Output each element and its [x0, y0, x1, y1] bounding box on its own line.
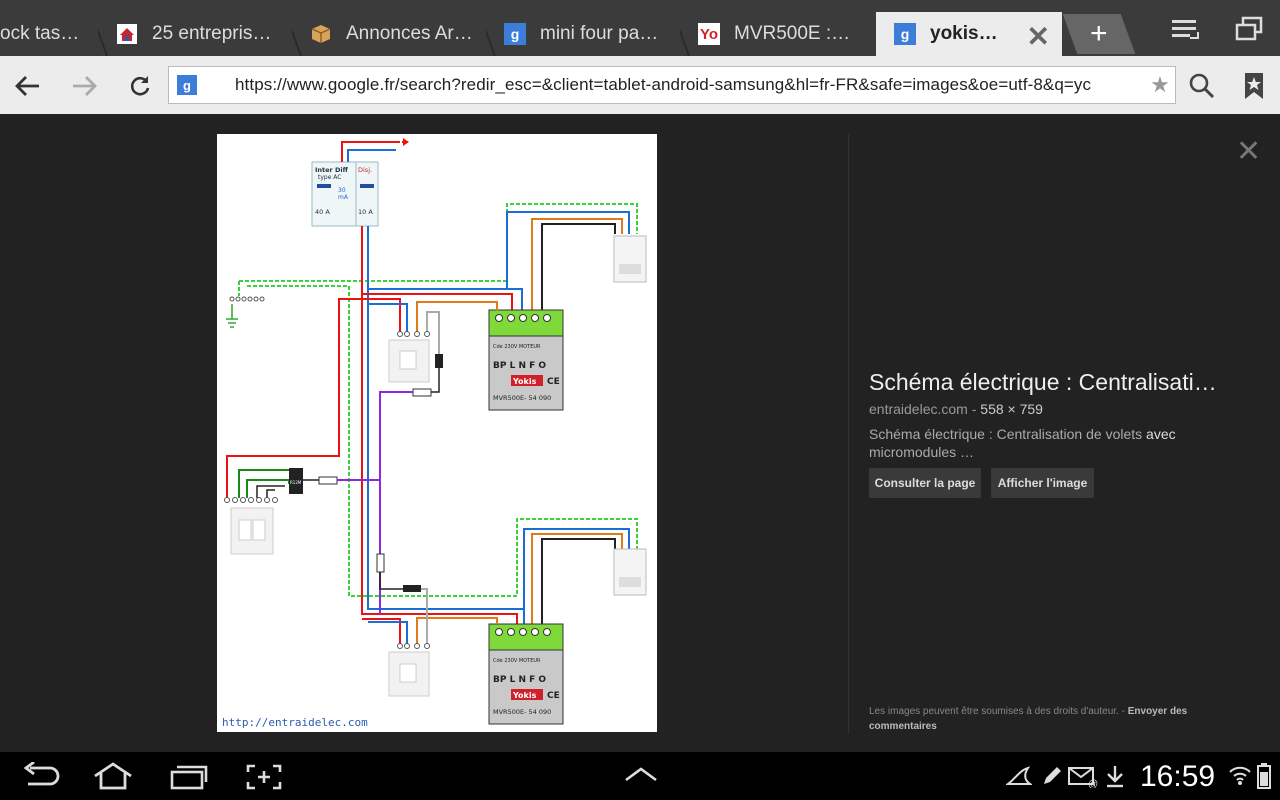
- google-icon: g: [894, 23, 916, 45]
- house-icon: [116, 23, 138, 45]
- svg-text:40 A: 40 A: [315, 208, 330, 216]
- svg-text:MVR500E- 54 090: MVR500E- 54 090: [493, 708, 551, 716]
- screenshot-icon[interactable]: [246, 764, 282, 795]
- address-bar[interactable]: g https://www.google.fr/search?redir_esc…: [168, 66, 1176, 104]
- panel-divider: [848, 134, 849, 734]
- tab-strip: ock tas… 25 entrepris… Annonces Ar… g mi…: [0, 0, 1280, 56]
- tab-5[interactable]: Yo MVR500E :…: [680, 12, 875, 56]
- box-icon: [310, 23, 332, 45]
- google-icon: g: [177, 75, 197, 95]
- status-clock: 16:59: [1140, 760, 1216, 793]
- legal-separator: -: [1118, 706, 1128, 717]
- description-highlight: avec: [1146, 426, 1176, 442]
- tab-title: mini four pa…: [540, 23, 659, 44]
- battery-icon: [1256, 762, 1272, 795]
- svg-text:Yokis: Yokis: [512, 691, 537, 700]
- back-button[interactable]: [10, 68, 46, 104]
- description-text: Schéma électrique : Centralisation de vo…: [869, 426, 1147, 442]
- home-nav-icon[interactable]: [92, 762, 134, 795]
- search-icon[interactable]: [1186, 70, 1218, 102]
- svg-text:Cde 230V MOTEUR: Cde 230V MOTEUR: [493, 658, 541, 664]
- tab-title: 25 entrepris…: [152, 23, 272, 44]
- legal-text: Les images peuvent être soumises à des d…: [869, 706, 1119, 717]
- svg-text:BP L N F O: BP L N F O: [493, 675, 546, 685]
- reload-icon: [130, 76, 150, 96]
- bookmark-star-icon[interactable]: ★: [1145, 72, 1175, 98]
- menu-icon[interactable]: [1170, 14, 1202, 44]
- copyright-notice: Les images peuvent être soumises à des d…: [869, 704, 1229, 734]
- plus-icon: +: [1090, 17, 1108, 50]
- svg-text:mA: mA: [338, 194, 349, 201]
- visit-page-button[interactable]: Consulter la page: [869, 468, 981, 498]
- url-text[interactable]: https://www.google.fr/search?redir_esc=&…: [235, 75, 1145, 95]
- svg-text:MVR500E- 54 090: MVR500E- 54 090: [493, 394, 551, 402]
- tab-title: yokis…: [930, 23, 998, 44]
- svg-text:Cde 230V MOTEUR: Cde 230V MOTEUR: [493, 344, 541, 350]
- tab-title: ock tas…: [0, 23, 80, 44]
- tab-title: MVR500E :…: [734, 23, 851, 44]
- bookmarks-icon[interactable]: [1238, 70, 1270, 102]
- bird-notification-icon: [1004, 766, 1034, 793]
- svg-text:type AC: type AC: [318, 174, 342, 181]
- wiring-diagram-image[interactable]: Inter Diff type AC 30 mA 40 A Disj. 10 A: [217, 134, 657, 732]
- back-arrow-icon: [15, 76, 39, 96]
- pencil-icon: [1040, 764, 1064, 793]
- image-source: entraidelec.com: [869, 401, 968, 417]
- svg-text:Inter Diff: Inter Diff: [315, 166, 349, 174]
- description-text-end: micromodules …: [869, 444, 975, 460]
- image-description: Schéma électrique : Centralisation de vo…: [869, 425, 1199, 461]
- close-tab-icon[interactable]: ✕: [1027, 20, 1050, 53]
- svg-text:BP L N F O: BP L N F O: [493, 361, 546, 371]
- svg-text:CE: CE: [547, 377, 560, 387]
- svg-text:10 A: 10 A: [358, 208, 373, 216]
- view-image-button[interactable]: Afficher l'image: [991, 468, 1094, 498]
- recent-apps-icon[interactable]: [170, 764, 208, 795]
- back-nav-icon[interactable]: [20, 760, 60, 795]
- browser-toolbar: g https://www.google.fr/search?redir_esc…: [0, 56, 1280, 114]
- download-icon: [1104, 764, 1126, 793]
- image-viewer: Inter Diff type AC 30 mA 40 A Disj. 10 A: [0, 114, 1280, 752]
- email-icon: @: [1068, 766, 1098, 793]
- image-title[interactable]: Schéma électrique : Centralisati…: [869, 369, 1249, 396]
- expand-up-icon[interactable]: [624, 766, 658, 787]
- svg-text:R12M: R12M: [290, 480, 302, 485]
- tab-4[interactable]: g mini four pa…: [486, 12, 681, 56]
- tab-3[interactable]: Annonces Ar…: [292, 12, 487, 56]
- image-meta: entraidelec.com - 558 × 759: [869, 401, 1043, 417]
- forward-button[interactable]: [66, 68, 102, 104]
- new-tab-button[interactable]: +: [1062, 14, 1136, 54]
- yokis-icon: Yo: [698, 23, 720, 45]
- meta-separator: -: [967, 401, 981, 417]
- google-icon: g: [504, 23, 526, 45]
- close-viewer-icon[interactable]: ✕: [1236, 134, 1261, 169]
- svg-text:@: @: [1088, 779, 1098, 788]
- forward-arrow-icon: [73, 76, 97, 96]
- tab-active[interactable]: g yokis… ✕: [876, 12, 1062, 56]
- svg-text:Disj.: Disj.: [358, 166, 372, 174]
- svg-text:Yokis: Yokis: [512, 377, 537, 386]
- wifi-icon: [1228, 764, 1252, 791]
- svg-text:http://entraidelec.com: http://entraidelec.com: [222, 716, 368, 729]
- reload-button[interactable]: [122, 68, 158, 104]
- tab-switcher-icon[interactable]: [1234, 14, 1266, 44]
- image-dimensions: 558 × 759: [980, 401, 1043, 417]
- svg-text:30: 30: [338, 187, 346, 194]
- tab-1[interactable]: ock tas…: [0, 12, 100, 56]
- system-navigation-bar: @ 16:59: [0, 752, 1280, 800]
- svg-text:CE: CE: [547, 691, 560, 701]
- tab-2[interactable]: 25 entrepris…: [98, 12, 293, 56]
- tab-title: Annonces Ar…: [346, 23, 473, 44]
